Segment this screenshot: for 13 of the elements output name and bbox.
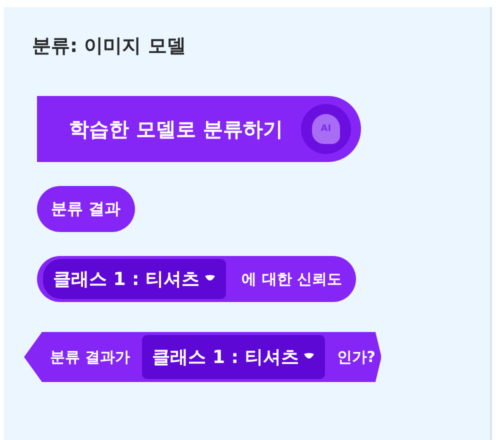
dropdown[interactable]: 클래스 1 : 티셔츠: [43, 259, 226, 299]
block-label: 학습한 모델로 분류하기: [69, 116, 283, 142]
condition-block[interactable]: 분류 결과가 클래스 1 : 티셔츠 인가?: [24, 332, 382, 382]
block-label: 분류 결과: [50, 198, 121, 220]
block-label: 에 대한 신뢰도: [240, 270, 342, 288]
reporter-block[interactable]: 클래스 1 : 티셔츠 에 대한 신뢰도: [37, 256, 356, 302]
ai-head-icon: AI: [300, 104, 351, 154]
block-label: 인가?: [336, 348, 376, 366]
category-title: 분류: 이미지 모델: [32, 34, 186, 59]
reporter-block[interactable]: 분류 결과: [37, 186, 135, 232]
block-label: 분류 결과가: [50, 348, 130, 366]
command-block[interactable]: 학습한 모델로 분류하기 AI: [37, 96, 361, 162]
dropdown[interactable]: 클래스 1 : 티셔츠: [142, 335, 325, 379]
